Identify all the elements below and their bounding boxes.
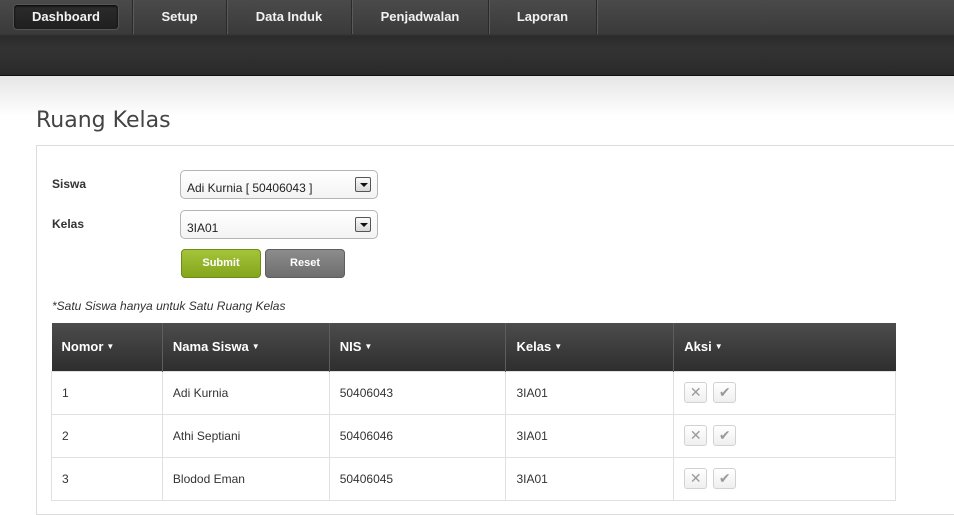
sort-caret-icon: ▼ (364, 342, 373, 352)
top-navigation-bar: Dashboard Setup Data Induk Penjadwalan L… (0, 0, 954, 76)
column-header-label: Nomor (61, 339, 104, 355)
nav-item-label: Penjadwalan (380, 9, 460, 24)
cell-nomor: 1 (51, 370, 163, 415)
form-note: *Satu Siswa hanya untuk Satu Ruang Kelas (52, 299, 286, 313)
siswa-select-value: Adi Kurnia [ 50406043 ] (187, 181, 313, 195)
dropdown-arrow-icon[interactable] (355, 177, 371, 192)
table-row: 2 Athi Septiani 50406046 3IA01 ✕ ✔ (51, 413, 896, 458)
delete-icon[interactable]: ✕ (684, 425, 708, 446)
column-header-label: Nama Siswa (172, 339, 249, 355)
delete-icon[interactable]: ✕ (684, 468, 708, 489)
kelas-label: Kelas (52, 217, 85, 231)
nav-item-setup[interactable]: Setup (133, 0, 227, 34)
student-class-table: Nomor ▼ Nama Siswa ▼ NIS ▼ Kelas ▼ Aksi ▼ 1 A… (51, 323, 896, 501)
check-icon[interactable]: ✔ (713, 382, 737, 403)
column-header-label: Aksi (684, 339, 712, 355)
check-icon[interactable]: ✔ (713, 425, 737, 446)
cell-nis: 50406043 (328, 370, 507, 415)
sort-caret-icon: ▼ (714, 342, 723, 352)
cell-nama-siswa: Athi Septiani (161, 413, 330, 458)
column-header-aksi[interactable]: Aksi ▼ (673, 323, 896, 371)
table-row: 3 Blodod Eman 50406045 3IA01 ✕ ✔ (51, 456, 896, 501)
nav-item-label: Setup (161, 9, 198, 24)
siswa-select[interactable]: Adi Kurnia [ 50406043 ] (180, 170, 378, 199)
nav-item-dashboard[interactable]: Dashboard (0, 0, 133, 34)
nav-item-laporan[interactable]: Laporan (489, 0, 597, 34)
siswa-label: Siswa (52, 177, 87, 191)
kelas-select[interactable]: 3IA01 (180, 210, 378, 239)
nav-item-label: Laporan (516, 9, 569, 24)
nav-item-label: Data Induk (255, 9, 323, 24)
cell-nama-siswa: Adi Kurnia (161, 370, 330, 415)
cell-aksi: ✕ ✔ (673, 413, 896, 458)
cell-nomor: 3 (51, 456, 163, 501)
reset-button[interactable]: Reset (265, 249, 345, 278)
column-header-kelas[interactable]: Kelas ▼ (505, 323, 675, 371)
cell-kelas: 3IA01 (505, 413, 675, 458)
dropdown-arrow-icon[interactable] (355, 217, 371, 232)
column-header-label: Kelas (516, 339, 552, 355)
column-header-label: NIS (339, 339, 362, 355)
sort-caret-icon: ▼ (554, 342, 563, 352)
cell-nis: 50406045 (328, 456, 507, 501)
page-title: Ruang Kelas (36, 108, 171, 133)
cell-nis: 50406046 (328, 413, 507, 458)
nav-item-label: Dashboard (13, 4, 119, 30)
cell-nomor: 2 (51, 413, 163, 458)
sort-caret-icon: ▼ (251, 342, 260, 352)
table-header-row: Nomor ▼ Nama Siswa ▼ NIS ▼ Kelas ▼ Aksi ▼ (51, 323, 896, 371)
column-header-nama-siswa[interactable]: Nama Siswa ▼ (162, 323, 330, 371)
cell-kelas: 3IA01 (505, 456, 675, 501)
table-row: 1 Adi Kurnia 50406043 3IA01 ✕ ✔ (51, 370, 896, 415)
cell-aksi: ✕ ✔ (673, 456, 896, 501)
nav-item-data-induk[interactable]: Data Induk (227, 0, 352, 34)
sort-caret-icon: ▼ (106, 342, 115, 352)
main-menu: Dashboard Setup Data Induk Penjadwalan L… (0, 0, 597, 34)
cell-aksi: ✕ ✔ (673, 370, 896, 415)
cell-kelas: 3IA01 (505, 370, 675, 415)
kelas-select-value: 3IA01 (187, 221, 219, 235)
submit-button[interactable]: Submit (181, 249, 261, 278)
cell-nama-siswa: Blodod Eman (161, 456, 330, 501)
nav-item-penjadwalan[interactable]: Penjadwalan (352, 0, 489, 34)
column-header-nis[interactable]: NIS ▼ (329, 323, 507, 371)
delete-icon[interactable]: ✕ (684, 382, 708, 403)
check-icon[interactable]: ✔ (713, 468, 737, 489)
column-header-nomor[interactable]: Nomor ▼ (51, 323, 163, 371)
